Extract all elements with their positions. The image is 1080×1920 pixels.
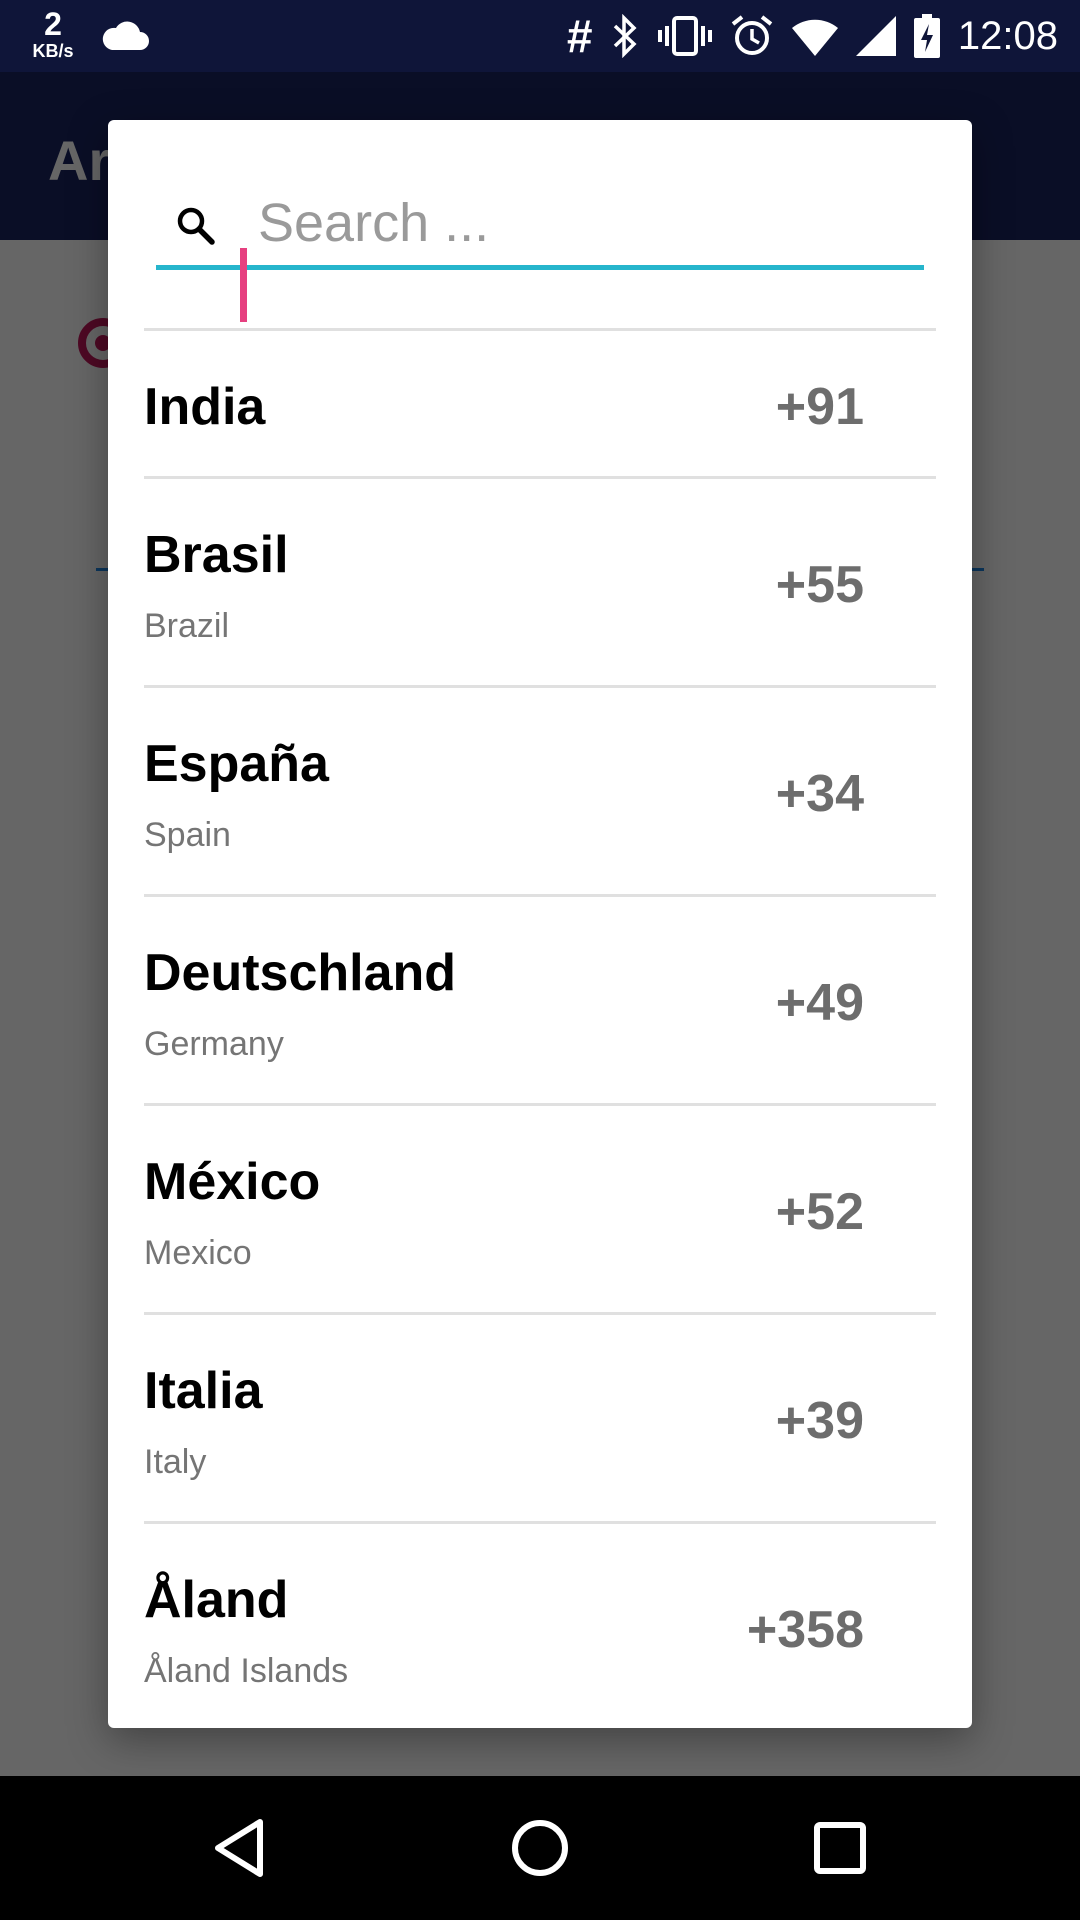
dial-code: +52	[775, 1183, 864, 1241]
navigation-bar	[0, 1776, 1080, 1920]
country-row-aland[interactable]: Åland Åland Islands +358	[144, 1524, 936, 1728]
wifi-icon	[791, 14, 838, 58]
dial-code: +39	[775, 1392, 864, 1450]
country-list[interactable]: India +91 Brasil Brazil +55 España Spain…	[144, 328, 936, 1728]
country-english-name: Italy	[144, 1443, 207, 1481]
battery-charging-icon	[913, 14, 940, 58]
country-english-name: Åland Islands	[144, 1652, 349, 1690]
country-name: Åland	[144, 1571, 289, 1629]
country-row-mexico[interactable]: México Mexico +52	[144, 1106, 936, 1315]
country-picker-dialog: India +91 Brasil Brazil +55 España Spain…	[108, 120, 972, 1728]
dial-code: +49	[775, 974, 864, 1032]
status-left: 2 KB/s	[26, 8, 166, 68]
country-row-india[interactable]: India +91	[144, 331, 936, 479]
vibrate-icon	[657, 14, 712, 58]
home-icon[interactable]	[500, 1812, 580, 1884]
dial-code: +358	[746, 1601, 864, 1659]
signal-icon	[855, 14, 896, 58]
alarm-icon	[730, 14, 774, 58]
country-name: España	[144, 735, 329, 793]
country-english-name: Spain	[144, 816, 231, 854]
country-row-brazil[interactable]: Brasil Brazil +55	[144, 479, 936, 688]
country-english-name: Germany	[144, 1025, 284, 1063]
search-icon	[174, 204, 218, 248]
country-name: Italia	[144, 1362, 263, 1420]
status-right: # 12:08	[548, 0, 1058, 72]
text-cursor	[240, 248, 247, 322]
search-bar	[156, 178, 924, 270]
country-row-germany[interactable]: Deutschland Germany +49	[144, 897, 936, 1106]
country-english-name: Mexico	[144, 1234, 252, 1272]
country-row-italy[interactable]: Italia Italy +39	[144, 1315, 936, 1524]
network-speed-value: 2	[44, 6, 62, 42]
dial-code: +34	[775, 765, 864, 823]
country-name: México	[144, 1153, 321, 1211]
dial-code: +91	[775, 378, 864, 436]
country-name: India	[144, 378, 266, 436]
country-name: Brasil	[144, 526, 289, 584]
country-name: Deutschland	[144, 944, 457, 1002]
dial-code: +55	[775, 556, 864, 614]
status-time: 12:08	[957, 14, 1058, 58]
search-input[interactable]	[248, 188, 918, 258]
country-english-name: Brazil	[144, 607, 230, 645]
hash-icon: #	[566, 10, 592, 62]
bluetooth-icon	[610, 14, 640, 58]
recents-icon[interactable]	[800, 1812, 880, 1884]
network-speed: 2 KB/s	[26, 8, 80, 62]
network-speed-unit: KB/s	[32, 41, 74, 61]
country-row-spain[interactable]: España Spain +34	[144, 688, 936, 897]
cloud-icon	[100, 16, 150, 56]
status-bar: 2 KB/s # 12:08	[0, 0, 1080, 72]
back-icon[interactable]	[200, 1812, 280, 1884]
